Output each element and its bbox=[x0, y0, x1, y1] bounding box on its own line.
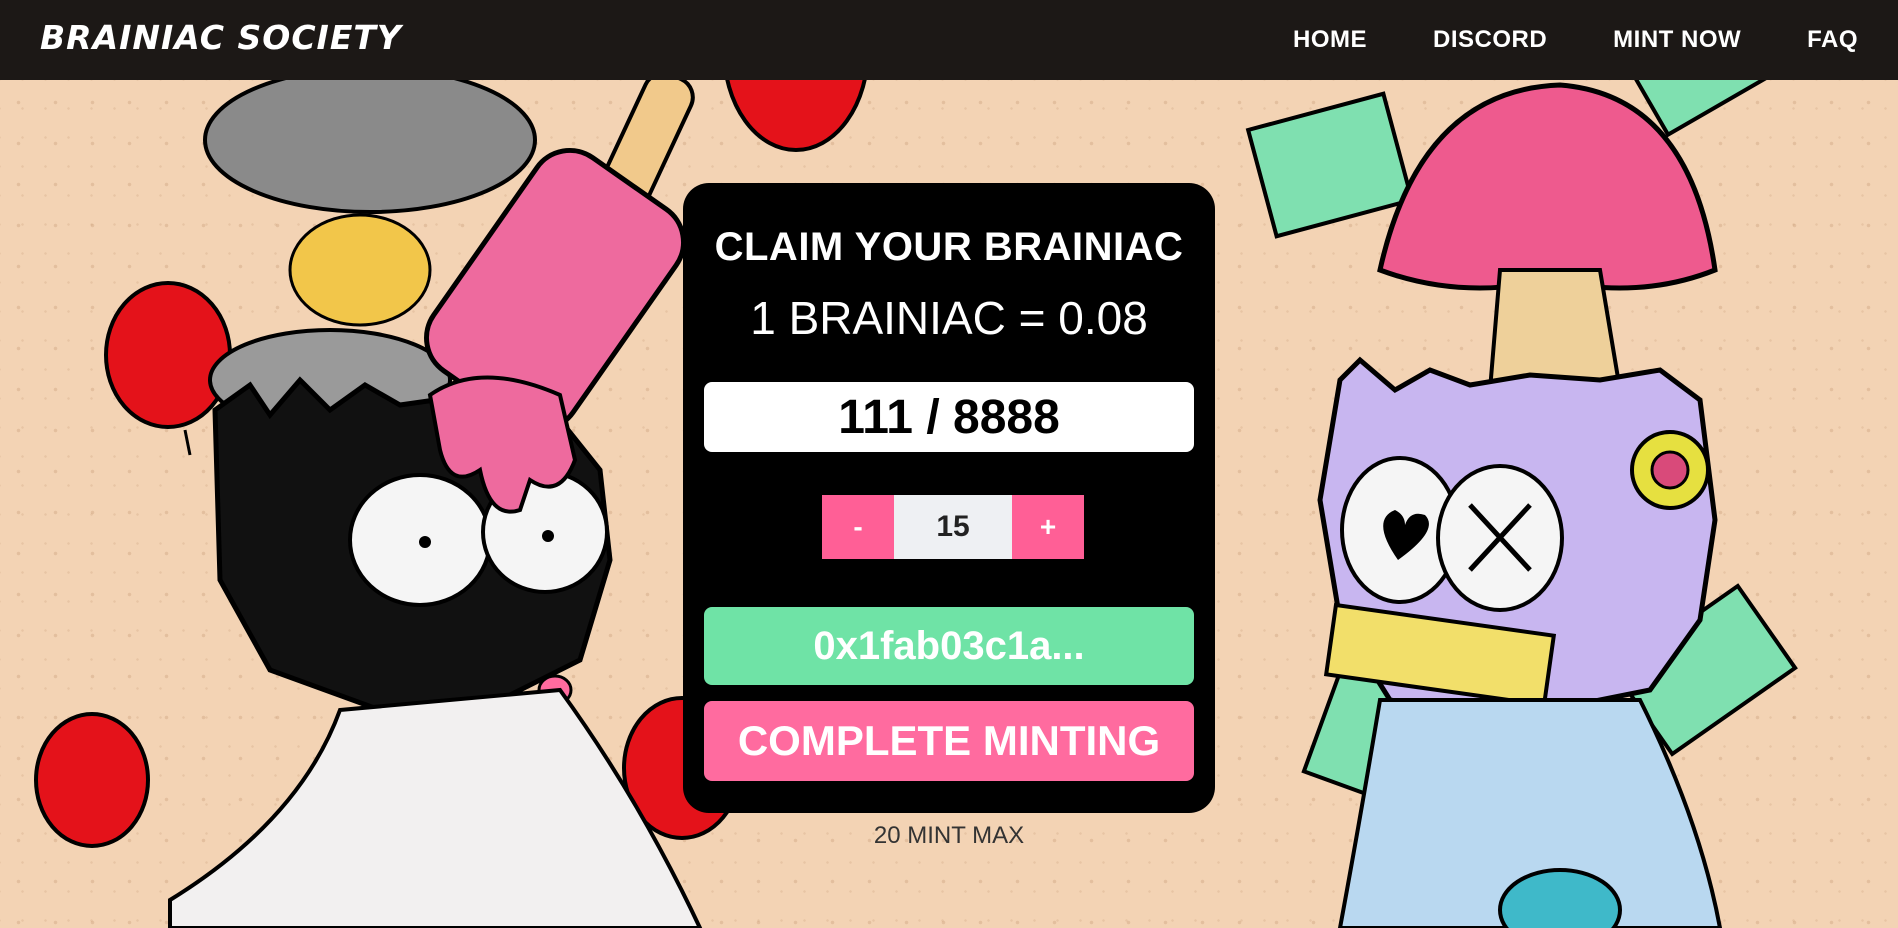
decrement-button[interactable]: - bbox=[822, 495, 894, 559]
nav-links: HOME DISCORD MINT NOW FAQ bbox=[1293, 0, 1858, 80]
mint-card: CLAIM YOUR BRAINIAC 1 BRAINIAC = 0.08 11… bbox=[683, 183, 1215, 813]
right-character-illustration bbox=[1245, 2, 1798, 928]
nav-mint-now-link[interactable]: MINT NOW bbox=[1613, 26, 1741, 54]
wallet-address-button[interactable]: 0x1fab03c1a... bbox=[704, 607, 1194, 685]
quantity-value[interactable]: 15 bbox=[894, 495, 1012, 559]
quantity-stepper: - 15 + bbox=[822, 495, 1084, 559]
complete-minting-button[interactable]: COMPLETE MINTING bbox=[704, 701, 1194, 781]
mint-max-note: 20 MINT MAX bbox=[873, 822, 1025, 849]
supply-counter: 111 / 8888 bbox=[704, 382, 1194, 452]
nav-home-link[interactable]: HOME bbox=[1293, 26, 1367, 54]
increment-button[interactable]: + bbox=[1012, 495, 1084, 559]
nav-discord-link[interactable]: DISCORD bbox=[1433, 26, 1547, 54]
brand-logo[interactable]: BRAINIAC SOCIETY bbox=[40, 18, 402, 57]
mint-price: 1 BRAINIAC = 0.08 bbox=[750, 292, 1148, 344]
top-navbar: BRAINIAC SOCIETY HOME DISCORD MINT NOW F… bbox=[0, 0, 1898, 80]
nav-faq-link[interactable]: FAQ bbox=[1807, 26, 1858, 54]
mint-title: CLAIM YOUR BRAINIAC bbox=[714, 225, 1184, 269]
